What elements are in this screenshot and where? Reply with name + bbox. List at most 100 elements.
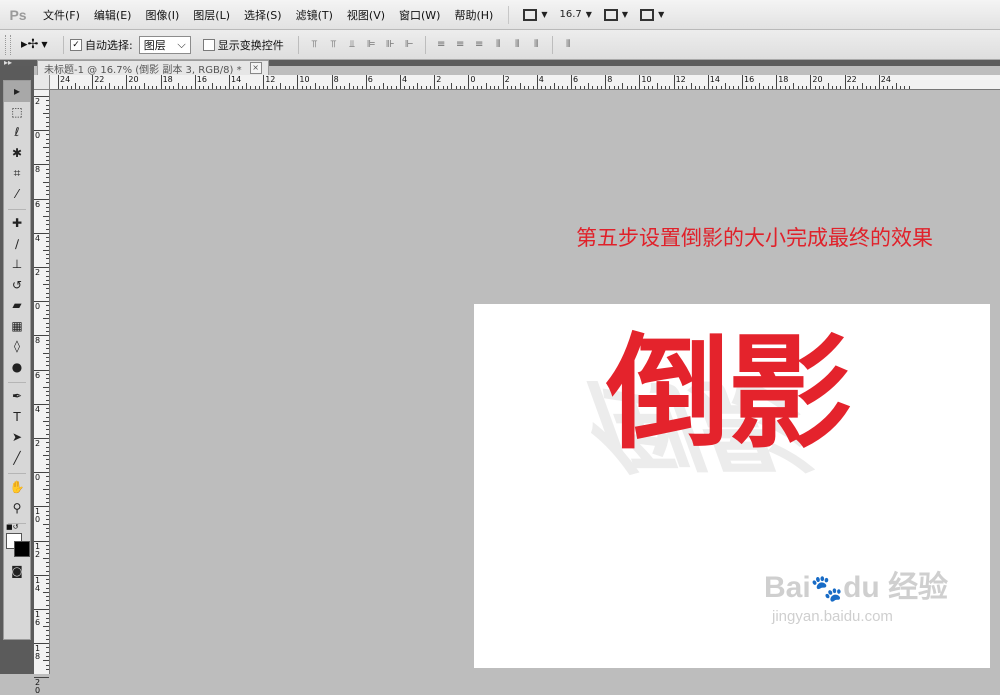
lasso-tool-icon[interactable]: ℓ [4,122,30,143]
ruler-minor-tick [46,382,49,384]
crop-tool-icon[interactable]: ⌗ [4,163,30,184]
path-select-tool-icon[interactable]: ➤ [4,427,30,448]
align-bottom-icon[interactable]: ⫫ [344,38,361,52]
ruler-minor-tick [660,86,662,89]
ruler-minor-tick [43,147,49,149]
move-tool-icon[interactable]: ▸ [4,81,30,102]
distribute-bottom-icon[interactable]: ≡ [471,38,488,52]
align-left-icon[interactable]: ⊫ [363,38,380,52]
menu-file[interactable]: 文件(F) [36,7,87,23]
auto-select-checkbox[interactable]: ✓ [70,38,82,51]
ruler-minor-tick [46,613,49,615]
close-icon[interactable]: × [249,62,262,74]
ruler-minor-tick [425,86,427,89]
document-canvas[interactable]: 倒影 倒影 Bai🐾du 经验 jingyan.baidu.com [474,304,990,668]
pen-tool-icon[interactable]: ✒ [4,386,30,407]
brush-tool-icon[interactable]: ∕ [4,234,30,255]
ruler-minor-tick [83,86,85,89]
eyedropper-tool-icon[interactable]: ⁄ [4,184,30,205]
distribute-vcenter-icon[interactable]: ≡ [452,38,469,52]
tool-preset-picker[interactable]: ▸✢ ▼ [21,37,57,52]
hand-tool-icon[interactable]: ✋ [4,477,30,498]
align-right-icon[interactable]: ⊩ [401,38,418,52]
ruler-minor-tick [900,86,902,89]
ruler-minor-tick [506,86,508,89]
ruler-label: 6 [35,370,41,380]
menu-image[interactable]: 图像(I) [138,7,186,23]
blur-tool-icon[interactable]: ◊ [4,336,30,357]
menu-edit[interactable]: 编辑(E) [87,7,139,23]
ruler-minor-tick [46,237,49,239]
ruler-minor-tick [857,86,859,89]
healing-brush-tool-icon[interactable]: ✚ [4,213,30,234]
zoom-tool-icon[interactable]: ⚲ [4,498,30,519]
ruler-minor-tick [43,386,49,388]
clone-stamp-tool-icon[interactable]: ⊥ [4,254,30,275]
default-colors-icon[interactable]: ■↺ [6,523,18,531]
distribute-hcenter-icon[interactable]: ⦀ [509,38,526,52]
ruler-minor-tick [46,408,49,410]
auto-align-layers-icon[interactable]: ⦀ [560,38,577,52]
ruler-minor-tick [712,86,714,89]
ruler-minor-tick [173,86,175,89]
distribute-top-icon[interactable]: ≡ [433,38,450,52]
eraser-tool-icon[interactable]: ▰ [4,295,30,316]
ruler-label: 8 [35,336,41,346]
ruler-major-tick [878,75,880,89]
quick-mask-icon[interactable]: ◙ [4,561,30,582]
align-vcenter-icon[interactable]: ⫪ [325,38,342,52]
arrange-documents-button[interactable]: ▼ [603,8,628,21]
options-separator [551,35,553,54]
distribute-left-icon[interactable]: ⦀ [490,38,507,52]
distribute-right-icon[interactable]: ⦀ [528,38,545,52]
launch-bridge-button[interactable]: ▼ [523,8,548,21]
options-bar-grip[interactable] [5,34,11,55]
ruler-minor-tick [113,86,115,89]
ruler-minor-tick [46,134,49,136]
menu-window[interactable]: 窗口(W) [392,7,447,23]
menu-layer[interactable]: 图层(L) [186,7,237,23]
background-color-swatch[interactable] [14,541,30,557]
ruler-minor-tick [152,86,154,89]
ruler-minor-tick [181,86,183,89]
ruler-minor-tick [46,314,49,316]
line-tool-icon[interactable]: ╱ [4,448,30,469]
quick-select-tool-icon[interactable]: ✱ [4,143,30,164]
ruler-minor-tick [79,86,81,89]
horizontal-ruler[interactable]: 24 22 20 18 16 14 12 10 8 6 4 2 0 2 4 6 8 10 12 14 16 18 20 22 2… [50,75,1000,90]
menu-select[interactable]: 选择(S) [237,7,289,23]
align-top-icon[interactable]: ⫪ [306,38,323,52]
ruler-minor-tick [43,215,49,217]
screen-mode-icon [640,8,655,21]
type-tool-icon[interactable]: T [4,407,30,428]
vertical-ruler[interactable]: 2 0 8 6 4 2 0 8 6 4 2 0 10 12 14 16 18 20 [34,90,50,695]
dodge-tool-icon[interactable]: ● [4,357,30,378]
marquee-tool-icon[interactable]: ⬚ [4,102,30,123]
ruler-minor-tick [464,86,466,89]
ruler-major-tick [844,75,846,89]
ruler-minor-tick [583,86,585,89]
ruler-origin[interactable] [34,75,50,90]
ruler-minor-tick [476,86,478,89]
auto-select-target-dropdown[interactable]: 图层 ⌵ [138,35,191,54]
screen-mode-button[interactable]: ▼ [640,8,664,21]
ruler-minor-tick [46,177,49,179]
show-transform-controls-checkbox[interactable] [202,38,215,51]
menu-view[interactable]: 视图(V) [340,7,392,23]
align-hcenter-icon[interactable]: ⊪ [382,38,399,52]
ruler-minor-tick [511,86,513,89]
menu-filter[interactable]: 滤镜(T) [289,7,340,23]
ruler-minor-tick [46,224,49,226]
ruler-minor-tick [750,86,752,89]
ruler-minor-tick [105,86,107,89]
menu-help[interactable]: 帮助(H) [447,7,500,23]
document-tab[interactable]: 未标题-1 @ 16.7% (倒影 副本 3, RGB/8) * × [37,60,269,76]
gradient-tool-icon[interactable]: ▦ [4,316,30,337]
ruler-major-tick [639,75,641,89]
history-brush-tool-icon[interactable]: ↺ [4,275,30,296]
zoom-level-dropdown[interactable]: 16.7 ▼ [560,9,592,20]
ruler-minor-tick [895,83,897,89]
ruler-minor-tick [43,455,49,457]
canvas-workspace[interactable]: 第五步设置倒影的大小完成最终的效果 倒影 倒影 Bai🐾du 经验 jingya… [50,90,1000,674]
auto-select-target-value: 图层 [143,38,166,52]
